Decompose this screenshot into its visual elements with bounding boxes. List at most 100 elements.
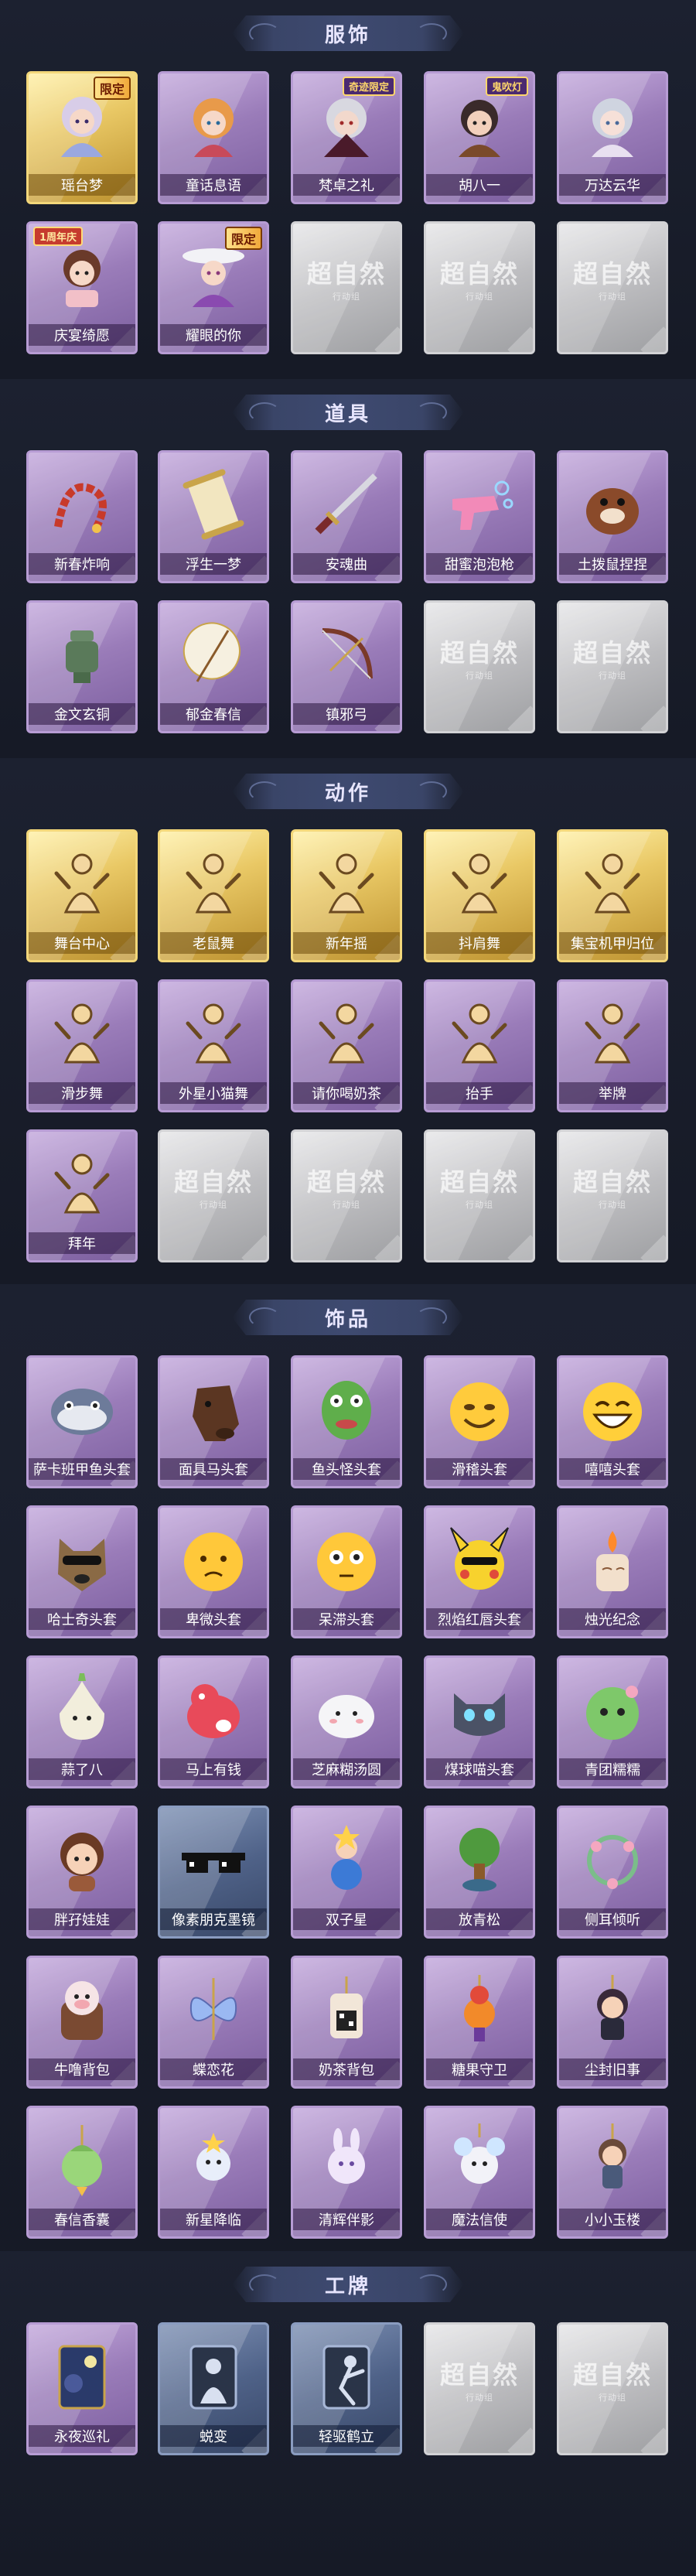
- section-header: 工牌: [232, 2267, 464, 2302]
- reward-card[interactable]: 集宝机甲归位: [557, 829, 668, 962]
- cow-backpack-icon: [43, 1970, 121, 2049]
- twin-star-icon: [307, 1820, 386, 1899]
- reward-name: 卑微头套: [160, 1608, 267, 1630]
- reward-card[interactable]: 限定 瑶台梦: [26, 71, 138, 204]
- flourish-left-icon: [249, 1307, 280, 1327]
- empty-reward-slot[interactable]: 超自然 行动组: [424, 1129, 535, 1262]
- blank-face-icon: [307, 1520, 386, 1599]
- reward-card[interactable]: 像素朋克墨镜: [158, 1806, 269, 1939]
- reward-card[interactable]: 嘻嘻头套: [557, 1355, 668, 1488]
- reward-card[interactable]: 万达云华: [557, 71, 668, 204]
- reward-card[interactable]: 芝麻糊汤圆: [291, 1655, 402, 1789]
- reward-card[interactable]: 童话息语: [158, 71, 269, 204]
- empty-reward-slot[interactable]: 超自然 行动组: [557, 1129, 668, 1262]
- reward-card[interactable]: 请你喝奶茶: [291, 979, 402, 1112]
- reward-row: 胖孖娃娃 像素朋克墨镜 双子星 放青松 侧耳倾听: [0, 1806, 696, 1939]
- reward-card[interactable]: 1周年庆 庆宴绮愿: [26, 221, 138, 354]
- reward-card[interactable]: 鱼头怪头套: [291, 1355, 402, 1488]
- card-corner-fold: [640, 326, 666, 352]
- reward-card[interactable]: 土拨鼠捏捏: [557, 450, 668, 583]
- groundhog-icon: [573, 465, 652, 544]
- reward-card[interactable]: 举牌: [557, 979, 668, 1112]
- card-corner-fold: [640, 705, 666, 731]
- flourish-left-icon: [249, 2274, 280, 2294]
- reward-card[interactable]: 奇迹限定 梵卓之礼: [291, 71, 402, 204]
- reward-card[interactable]: 安魂曲: [291, 450, 402, 583]
- reward-card[interactable]: 新年摇: [291, 829, 402, 962]
- reward-card[interactable]: 呆滞头套: [291, 1505, 402, 1638]
- milk-tea-icon: [307, 1970, 386, 2049]
- placeholder-watermark: 超自然 行动组: [439, 1167, 519, 1210]
- reward-card[interactable]: 马上有钱: [158, 1655, 269, 1789]
- reward-card[interactable]: 新春炸响: [26, 450, 138, 583]
- reward-card[interactable]: 面具马头套: [158, 1355, 269, 1488]
- reward-card[interactable]: 牛噜背包: [26, 1956, 138, 2089]
- reward-name: 蜕变: [160, 2425, 267, 2447]
- reward-name: 蒜了八: [29, 1758, 135, 1780]
- reward-card[interactable]: 魔法信使: [424, 2106, 535, 2239]
- empty-reward-slot[interactable]: 超自然 行动组: [424, 221, 535, 354]
- reward-card[interactable]: 滑步舞: [26, 979, 138, 1112]
- reward-card[interactable]: 小小玉楼: [557, 2106, 668, 2239]
- reward-card[interactable]: 金文玄铜: [26, 600, 138, 733]
- reward-card[interactable]: 拜年: [26, 1129, 138, 1262]
- reward-card[interactable]: 限定 耀眼的你: [158, 221, 269, 354]
- reward-card[interactable]: 抬手: [424, 979, 535, 1112]
- reward-card[interactable]: 春信香囊: [26, 2106, 138, 2239]
- reward-card[interactable]: 糖果守卫: [424, 1956, 535, 2089]
- reward-card[interactable]: 外星小猫舞: [158, 979, 269, 1112]
- reward-card[interactable]: 滑稽头套: [424, 1355, 535, 1488]
- reward-card[interactable]: 老鼠舞: [158, 829, 269, 962]
- reward-card[interactable]: 哈士奇头套: [26, 1505, 138, 1638]
- empty-reward-slot[interactable]: 超自然 行动组: [557, 2322, 668, 2455]
- reward-name: 烛光纪念: [559, 1608, 666, 1630]
- reward-card[interactable]: 放青松: [424, 1806, 535, 1939]
- reward-card[interactable]: 甜蜜泡泡枪: [424, 450, 535, 583]
- reward-row: 牛噜背包 蝶恋花 奶茶背包 糖果守卫 尘封旧事: [0, 1956, 696, 2089]
- reward-card[interactable]: 胖孖娃娃: [26, 1806, 138, 1939]
- reward-card[interactable]: 浮生一梦: [158, 450, 269, 583]
- reward-card[interactable]: 蒜了八: [26, 1655, 138, 1789]
- reward-name: 糖果守卫: [426, 2058, 533, 2080]
- reward-card[interactable]: 尘封旧事: [557, 1956, 668, 2089]
- reward-card[interactable]: 蝶恋花: [158, 1956, 269, 2089]
- empty-reward-slot[interactable]: 超自然 行动组: [424, 2322, 535, 2455]
- reward-card[interactable]: 烛光纪念: [557, 1505, 668, 1638]
- reward-name: 哈士奇头套: [29, 1608, 135, 1630]
- reward-card[interactable]: 永夜巡礼: [26, 2322, 138, 2455]
- cat-head-icon: [440, 1670, 519, 1749]
- fish-monster-icon: [307, 1370, 386, 1449]
- red-horse-icon: [174, 1670, 253, 1749]
- reward-card[interactable]: 新星降临: [158, 2106, 269, 2239]
- reward-card[interactable]: 萨卡班甲鱼头套: [26, 1355, 138, 1488]
- reward-card[interactable]: 煤球喵头套: [424, 1655, 535, 1789]
- reward-card[interactable]: 双子星: [291, 1806, 402, 1939]
- empty-reward-slot[interactable]: 超自然 行动组: [291, 221, 402, 354]
- reward-card[interactable]: 侧耳倾听: [557, 1806, 668, 1939]
- empty-reward-slot[interactable]: 超自然 行动组: [291, 1129, 402, 1262]
- reward-card[interactable]: 抖肩舞: [424, 829, 535, 962]
- reward-name: 集宝机甲归位: [559, 932, 666, 954]
- section-header: 服饰: [232, 15, 464, 51]
- reward-card[interactable]: 青团糯糯: [557, 1655, 668, 1789]
- empty-reward-slot[interactable]: 超自然 行动组: [424, 600, 535, 733]
- reward-name: 蝶恋花: [160, 2058, 267, 2080]
- reward-card[interactable]: 镇邪弓: [291, 600, 402, 733]
- reward-card[interactable]: 奶茶背包: [291, 1956, 402, 2089]
- reward-card[interactable]: 舞台中心: [26, 829, 138, 962]
- scroll-icon: [174, 465, 253, 544]
- sachet-icon: [43, 2120, 121, 2199]
- reward-card[interactable]: 鬼吹灯 胡八一: [424, 71, 535, 204]
- empty-reward-slot[interactable]: 超自然 行动组: [557, 221, 668, 354]
- bunny-charm-icon: [307, 2120, 386, 2199]
- reward-card[interactable]: 烈焰红唇头套: [424, 1505, 535, 1638]
- reward-card[interactable]: 清辉伴影: [291, 2106, 402, 2239]
- reward-card[interactable]: 蜕变: [158, 2322, 269, 2455]
- reward-card[interactable]: 卑微头套: [158, 1505, 269, 1638]
- reward-row: 1周年庆 庆宴绮愿 限定 耀眼的你 超自然 行动组 超自然 行动组 超自然 行动组: [0, 221, 696, 354]
- reward-card[interactable]: 郁金春信: [158, 600, 269, 733]
- limited-tag: 限定: [93, 77, 131, 100]
- empty-reward-slot[interactable]: 超自然 行动组: [557, 600, 668, 733]
- reward-card[interactable]: 轻驱鹤立: [291, 2322, 402, 2455]
- empty-reward-slot[interactable]: 超自然 行动组: [158, 1129, 269, 1262]
